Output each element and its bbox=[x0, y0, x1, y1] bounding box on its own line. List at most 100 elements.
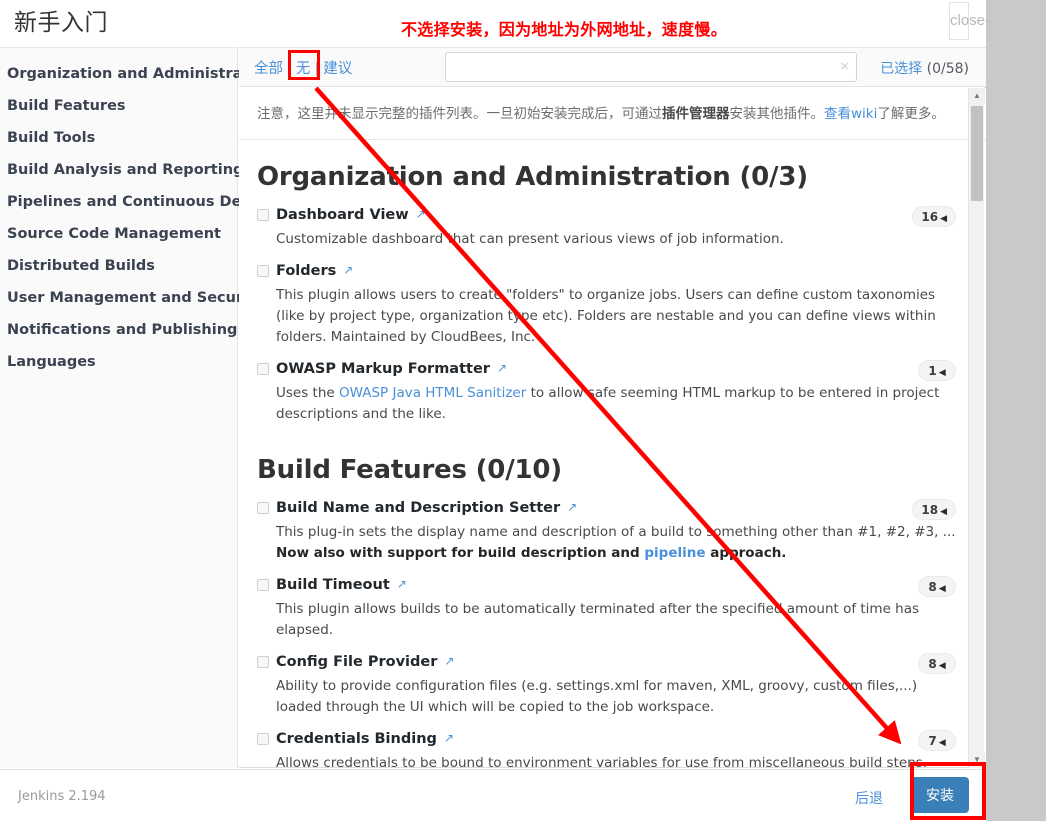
plugin-checkbox[interactable] bbox=[257, 733, 269, 745]
plugin-item-build-name-and-description-setter: Build Name and Description Setter ↗ 18 ◀ … bbox=[257, 495, 956, 572]
plugin-name: Build Name and Description Setter bbox=[276, 500, 561, 516]
plugin-name: OWASP Markup Formatter bbox=[276, 361, 490, 377]
notice-wiki-link[interactable]: 查看wiki bbox=[824, 106, 877, 122]
selected-count-label[interactable]: 已选择 (0/58) bbox=[880, 58, 969, 78]
external-link-icon[interactable]: ↗ bbox=[497, 361, 507, 375]
badge-count: 8 bbox=[928, 657, 937, 671]
sidebar-item-notifications-and-publishing[interactable]: Notifications and Publishing bbox=[0, 314, 237, 346]
notice-banner: 注意，这里并未显示完整的插件列表。一旦初始安装完成后，可通过插件管理器安装其他插… bbox=[239, 88, 986, 140]
plugin-name: Config File Provider bbox=[276, 654, 438, 670]
filter-suggested-link[interactable]: 建议 bbox=[323, 61, 352, 77]
badge-count: 1 bbox=[928, 364, 937, 378]
caret-left-icon: ◀ bbox=[940, 214, 947, 224]
search-input[interactable] bbox=[445, 52, 857, 82]
plugin-checkbox[interactable] bbox=[257, 579, 269, 591]
plugin-header: OWASP Markup Formatter ↗ 1 ◀ bbox=[257, 360, 956, 381]
plugin-name: Dashboard View bbox=[276, 207, 409, 223]
plugin-header: Config File Provider ↗ 8 ◀ bbox=[257, 653, 956, 674]
plugin-name: Build Timeout bbox=[276, 577, 390, 593]
plugin-description: Customizable dashboard that can present … bbox=[276, 231, 784, 247]
caret-left-icon: ◀ bbox=[938, 368, 946, 378]
plugin-version-badge[interactable]: 16 ◀ bbox=[912, 206, 956, 227]
notice-text-part2: 安装其他插件。 bbox=[729, 106, 825, 122]
plugin-item-config-file-provider: Config File Provider ↗ 8 ◀ Ability to pro… bbox=[257, 649, 956, 726]
plugin-description: Uses the OWASP Java HTML Sanitizer to al… bbox=[276, 385, 940, 422]
plugin-checkbox[interactable] bbox=[257, 265, 269, 277]
search-container: × bbox=[445, 52, 857, 82]
plugin-description: Ability to provide configuration files (… bbox=[276, 678, 918, 715]
badge-count: 18 bbox=[921, 503, 939, 517]
external-link-icon[interactable]: ↗ bbox=[416, 207, 426, 221]
plugin-version-badge[interactable]: 8 ◀ bbox=[918, 653, 956, 674]
plugin-description: Allows credentials to be bound to enviro… bbox=[276, 755, 928, 768]
badge-count: 8 bbox=[928, 580, 937, 594]
plugin-header: Build Timeout ↗ 8 ◀ bbox=[257, 576, 956, 597]
plugin-checkbox[interactable] bbox=[257, 502, 269, 514]
clear-search-icon[interactable]: × bbox=[840, 57, 849, 77]
install-button[interactable]: 安装 bbox=[911, 777, 969, 813]
notice-bold-text: 插件管理器 bbox=[662, 106, 730, 122]
badge-count: 16 bbox=[921, 210, 939, 224]
selected-count-text: 已选择 bbox=[880, 61, 923, 77]
close-icon[interactable]: close-icon bbox=[949, 2, 990, 65]
filter-separator-1: | bbox=[287, 61, 292, 77]
jenkins-version-label: Jenkins 2.194 bbox=[18, 789, 106, 804]
badge-count: 7 bbox=[928, 734, 937, 748]
back-button[interactable]: 后退 bbox=[855, 788, 883, 808]
category-sidebar: Organization and Administration Build Fe… bbox=[0, 47, 287, 768]
plugin-item-owasp-markup-formatter: OWASP Markup Formatter ↗ 1 ◀ Uses the OWA… bbox=[257, 356, 956, 433]
scroll-up-arrow-icon[interactable]: ▲ bbox=[969, 88, 985, 104]
sidebar-item-build-tools[interactable]: Build Tools bbox=[0, 122, 237, 154]
sidebar-item-organization-and-administration[interactable]: Organization and Administration bbox=[0, 58, 275, 90]
dialog-header: 新手入门 close-icon bbox=[0, 0, 990, 65]
scrollbar-thumb[interactable] bbox=[971, 106, 983, 201]
plugin-description: This plug-in sets the display name and d… bbox=[276, 524, 956, 561]
plugin-item-dashboard-view: Dashboard View ↗ 16 ◀ Customizable dashbo… bbox=[257, 202, 956, 258]
plugin-header: Folders ↗ bbox=[257, 263, 956, 279]
sidebar-item-source-code-management[interactable]: Source Code Management bbox=[0, 218, 237, 250]
external-link-icon[interactable]: ↗ bbox=[567, 500, 577, 514]
plugin-header: Dashboard View ↗ 16 ◀ bbox=[257, 206, 956, 227]
external-link-icon[interactable]: ↗ bbox=[343, 263, 353, 277]
plugin-toolbar: 全部 | 无 | 建议 × 已选择 (0/58) bbox=[239, 47, 986, 87]
external-link-icon[interactable]: ↗ bbox=[444, 654, 454, 668]
sidebar-item-languages[interactable]: Languages bbox=[0, 346, 237, 378]
plugin-header: Credentials Binding ↗ 7 ◀ bbox=[257, 730, 956, 751]
plugin-checkbox[interactable] bbox=[257, 363, 269, 375]
sidebar-item-build-features[interactable]: Build Features bbox=[0, 90, 237, 122]
filter-links: 全部 | 无 | 建议 bbox=[254, 57, 352, 78]
plugin-item-build-timeout: Build Timeout ↗ 8 ◀ This plugin allows bu… bbox=[257, 572, 956, 649]
filter-none-link[interactable]: 无 bbox=[296, 61, 311, 77]
caret-left-icon: ◀ bbox=[938, 584, 946, 594]
section-title-organization: Organization and Administration (0/3) bbox=[257, 162, 808, 192]
jenkins-setup-wizard-page: 新手入门 close-icon Organization and Adminis… bbox=[0, 0, 1046, 821]
page-title: 新手入门 bbox=[14, 10, 108, 36]
sidebar-item-pipelines-and-continuous-delivery[interactable]: Pipelines and Continuous Delivery bbox=[0, 186, 287, 218]
sidebar-item-distributed-builds[interactable]: Distributed Builds bbox=[0, 250, 237, 282]
caret-left-icon: ◀ bbox=[938, 661, 946, 671]
plugin-name: Folders bbox=[276, 263, 337, 279]
caret-left-icon: ◀ bbox=[938, 738, 946, 748]
plugin-header: Build Name and Description Setter ↗ 18 ◀ bbox=[257, 499, 956, 520]
plugin-version-badge[interactable]: 7 ◀ bbox=[918, 730, 956, 751]
caret-left-icon: ◀ bbox=[940, 507, 947, 517]
filter-separator-2: | bbox=[314, 61, 320, 77]
scroll-down-arrow-icon[interactable]: ▼ bbox=[969, 752, 985, 768]
notice-text-part3: 了解更多。 bbox=[877, 106, 945, 122]
sidebar-item-build-analysis-and-reporting[interactable]: Build Analysis and Reporting bbox=[0, 154, 243, 186]
plugin-sections: Organization and Administration (0/3) Da… bbox=[239, 162, 986, 768]
sidebar-item-user-management-and-security[interactable]: User Management and Security bbox=[0, 282, 264, 314]
plugin-version-badge[interactable]: 1 ◀ bbox=[918, 360, 956, 381]
content-scrollbar[interactable]: ▲ ▼ bbox=[968, 88, 985, 768]
dialog-footer: Jenkins 2.194 后退 安装 bbox=[0, 769, 986, 821]
plugin-list-pane: 注意，这里并未显示完整的插件列表。一旦初始安装完成后，可通过插件管理器安装其他插… bbox=[239, 88, 986, 768]
filter-all-link[interactable]: 全部 bbox=[254, 61, 283, 77]
plugin-item-credentials-binding: Credentials Binding ↗ 7 ◀ Allows credenti… bbox=[257, 726, 956, 768]
plugin-checkbox[interactable] bbox=[257, 656, 269, 668]
plugin-checkbox[interactable] bbox=[257, 209, 269, 221]
plugin-item-folders: Folders ↗ This plugin allows users to cr… bbox=[257, 258, 956, 356]
plugin-version-badge[interactable]: 8 ◀ bbox=[918, 576, 956, 597]
external-link-icon[interactable]: ↗ bbox=[397, 577, 407, 591]
plugin-version-badge[interactable]: 18 ◀ bbox=[912, 499, 956, 520]
external-link-icon[interactable]: ↗ bbox=[444, 731, 454, 745]
